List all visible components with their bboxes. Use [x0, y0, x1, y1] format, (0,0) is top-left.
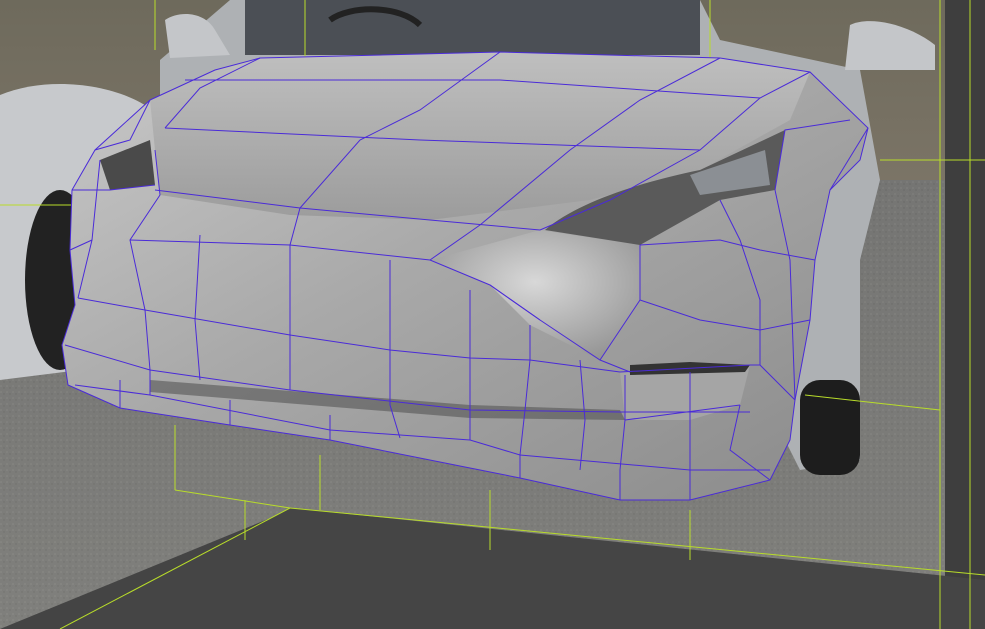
reference-car-right-wheel — [800, 380, 860, 475]
viewport-canvas[interactable] — [0, 0, 985, 629]
adjacent-plane — [945, 0, 985, 629]
reference-car-windshield — [245, 0, 700, 55]
3d-viewport[interactable] — [0, 0, 985, 629]
